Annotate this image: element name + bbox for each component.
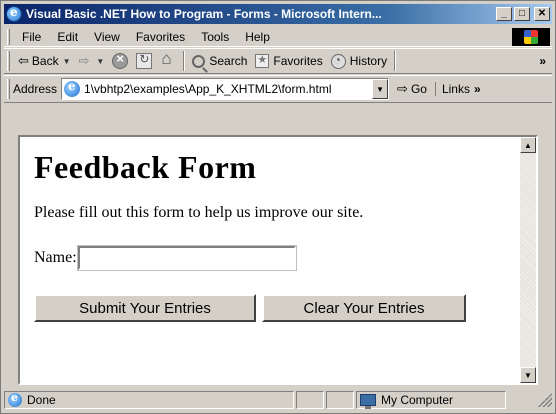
forward-arrow-icon: ⇨ <box>78 53 90 68</box>
links-label: Links <box>441 82 470 96</box>
intro-text: Please fill out this form to help us imp… <box>34 204 364 221</box>
status-text: Done <box>27 393 56 407</box>
history-button[interactable]: History <box>327 50 391 72</box>
status-zone: My Computer <box>356 391 506 409</box>
go-arrow-icon: ⇨ <box>397 81 408 96</box>
toolbar-grip[interactable] <box>7 51 10 71</box>
scroll-up-icon[interactable]: ▲ <box>520 137 536 153</box>
internet-explorer-icon[interactable] <box>6 5 22 22</box>
vertical-scrollbar[interactable]: ▲ ▼ <box>520 137 536 383</box>
menu-edit[interactable]: Edit <box>49 30 86 44</box>
back-arrow-icon: ⇦ <box>18 53 29 68</box>
browser-window: Visual Basic .NET How to Program - Forms… <box>0 0 556 414</box>
zone-label: My Computer <box>381 393 454 407</box>
minimize-button[interactable]: _ <box>496 7 512 21</box>
address-bar: Address 1\vbhtp2\examples\App_K_XHTML2\f… <box>4 75 552 103</box>
status-main: Done <box>4 391 294 409</box>
maximize-button[interactable]: □ <box>514 7 530 21</box>
toolbar-separator <box>183 51 186 71</box>
name-row: Name: <box>34 245 522 271</box>
links-more-chevron-icon[interactable]: » <box>474 82 481 96</box>
status-pane <box>326 391 354 409</box>
close-button[interactable]: ✕ <box>534 7 550 21</box>
search-label: Search <box>209 54 248 68</box>
title-bar[interactable]: Visual Basic .NET How to Program - Forms… <box>4 4 552 24</box>
scroll-down-icon[interactable]: ▼ <box>520 367 536 383</box>
menu-help[interactable]: Help <box>237 30 278 44</box>
menu-view[interactable]: View <box>86 30 128 44</box>
toolbar-separator <box>394 51 397 71</box>
search-button[interactable]: Search <box>188 50 251 72</box>
stop-icon <box>112 51 129 69</box>
page-done-icon <box>8 391 22 407</box>
history-icon <box>330 53 346 69</box>
links-button[interactable]: Links » <box>434 82 481 96</box>
resize-grip-icon[interactable] <box>538 393 552 407</box>
address-field[interactable]: 1\vbhtp2\examples\App_K_XHTML2\form.html… <box>61 78 390 100</box>
back-label: Back <box>31 54 59 68</box>
name-input[interactable] <box>76 245 297 271</box>
windows-logo-icon <box>512 27 550 46</box>
address-url[interactable]: 1\vbhtp2\examples\App_K_XHTML2\form.html <box>84 82 372 96</box>
forward-dropdown-icon[interactable]: ▼ <box>96 57 104 66</box>
page-body: Feedback Form Please fill out this form … <box>20 137 536 322</box>
window-controls: _ □ ✕ <box>496 7 550 21</box>
refresh-button[interactable] <box>132 50 156 72</box>
name-label: Name: <box>34 249 77 266</box>
search-icon <box>192 54 206 68</box>
window-title: Visual Basic .NET How to Program - Forms… <box>26 7 382 21</box>
favorites-label: Favorites <box>273 54 323 68</box>
menu-bar: File Edit View Favorites Tools Help <box>4 27 552 47</box>
home-button[interactable] <box>156 49 180 72</box>
form-buttons: Submit Your Entries Clear Your Entries <box>34 294 522 322</box>
submit-button[interactable]: Submit Your Entries <box>34 294 256 322</box>
favorites-button[interactable]: Favorites <box>251 50 326 72</box>
address-dropdown-icon[interactable]: ▼ <box>372 79 389 99</box>
menu-tools[interactable]: Tools <box>193 30 237 44</box>
clear-button[interactable]: Clear Your Entries <box>262 294 466 322</box>
page-heading: Feedback Form <box>34 149 257 185</box>
stop-button[interactable] <box>108 50 132 72</box>
address-label: Address <box>13 82 58 96</box>
my-computer-icon <box>360 394 376 409</box>
go-button[interactable]: ⇨ Go <box>397 81 427 97</box>
refresh-icon <box>136 52 153 69</box>
menu-favorites[interactable]: Favorites <box>128 30 193 44</box>
page-icon <box>64 79 81 97</box>
menu-file[interactable]: File <box>14 30 49 44</box>
status-bar: Done My Computer <box>4 390 552 410</box>
page-content: Feedback Form Please fill out this form … <box>18 135 538 385</box>
history-label: History <box>349 54 388 68</box>
home-icon <box>160 49 176 69</box>
status-pane <box>296 391 324 409</box>
toolbar-more-chevron-icon[interactable]: » <box>539 54 546 68</box>
standard-toolbar: ⇦ Back ▼ ⇨ ▼ Search Favorites History » <box>4 48 552 74</box>
address-grip[interactable] <box>7 79 10 99</box>
menu-grip[interactable] <box>7 28 10 45</box>
back-dropdown-icon[interactable]: ▼ <box>63 57 71 66</box>
forward-button[interactable]: ⇨ ▼ <box>75 50 109 72</box>
favorites-icon <box>255 53 270 68</box>
go-label: Go <box>410 82 427 96</box>
back-button[interactable]: ⇦ Back ▼ <box>14 50 75 72</box>
